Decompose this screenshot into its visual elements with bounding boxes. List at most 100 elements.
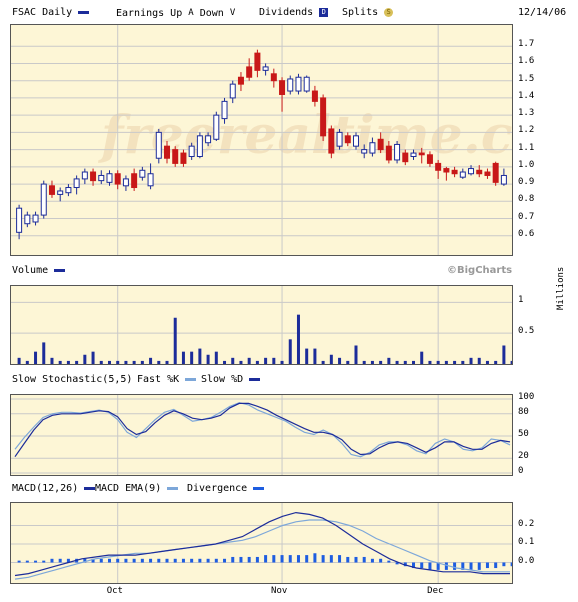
stochastic-panel (10, 394, 513, 476)
divergence-bar (34, 560, 38, 563)
divergence-bar (428, 562, 432, 570)
candle-body (147, 173, 154, 187)
volume-bar (485, 360, 489, 364)
divergence-bar (116, 558, 120, 563)
volume-bar (296, 314, 300, 364)
earnings-legend: Earnings Up A Down V (116, 8, 236, 19)
macd-label: MACD(12,26) (12, 482, 96, 496)
volume-bar (223, 360, 227, 364)
candle-body (287, 78, 294, 92)
volume-bar (453, 360, 457, 364)
volume-panel (10, 285, 513, 365)
divergence-bar (42, 560, 46, 563)
chart-date: 12/14/06 (518, 7, 567, 18)
volume-bar (461, 360, 465, 364)
volume-bar (247, 357, 251, 364)
divergence-bar (25, 560, 29, 563)
volume-bar (50, 357, 54, 364)
divergence-legend: Divergence (187, 482, 265, 496)
dividends-legend: Dividends D (259, 6, 329, 20)
price-tick-label: 1.5 (518, 73, 535, 84)
volume-bar (149, 357, 153, 364)
divergence-bar (190, 558, 194, 563)
candle-body (122, 178, 129, 187)
volume-bar (338, 357, 342, 364)
volume-units-label: Millions (556, 266, 566, 310)
candle-body (468, 168, 475, 175)
divergence-bar (17, 560, 21, 563)
volume-bar (75, 360, 79, 364)
candle-body (262, 66, 269, 71)
divergence-bar (272, 555, 276, 563)
candle-body (188, 145, 195, 158)
candle-body (394, 143, 401, 161)
candle-body (320, 97, 327, 137)
divergence-bar (444, 562, 448, 570)
fast-k-line (14, 402, 511, 458)
candle-body (426, 154, 433, 164)
candle-body (443, 168, 450, 173)
candle-body (237, 76, 244, 85)
divergence-bar (99, 558, 103, 563)
volume-bar (91, 351, 95, 364)
volume-bar (305, 348, 309, 364)
divergence-bar (296, 555, 300, 563)
volume-bar (58, 360, 62, 364)
volume-bar (116, 360, 120, 364)
candle-body (57, 190, 64, 195)
volume-bar (239, 360, 243, 364)
candle-body (295, 76, 302, 92)
divergence-bar (239, 556, 243, 563)
volume-bar (469, 357, 473, 364)
volume-bar (329, 354, 333, 364)
volume-bar (403, 360, 407, 364)
volume-bar (387, 357, 391, 364)
earnings-down-icon: V (229, 8, 236, 18)
volume-bar (157, 360, 161, 364)
price-tick-label: 0.9 (518, 177, 535, 188)
volume-bar (313, 348, 317, 364)
volume-bar (255, 360, 259, 364)
candle-body (196, 135, 203, 158)
volume-bar (25, 360, 29, 364)
price-tick-label: 0.7 (518, 211, 535, 222)
candle-body (65, 187, 72, 194)
earnings-up-icon: A (188, 8, 194, 18)
candle-body (303, 76, 310, 92)
candle-body (229, 83, 236, 99)
volume-bar (436, 360, 440, 364)
divergence-bar (321, 555, 325, 563)
volume-bar (510, 360, 512, 364)
volume-bar (494, 360, 498, 364)
candle-body (361, 149, 368, 154)
divergence-bar (469, 562, 473, 570)
volume-bar (83, 354, 87, 364)
x-tick-label: Nov (271, 586, 288, 596)
volume-bar (354, 345, 358, 364)
divergence-bar (510, 562, 512, 567)
macd-panel (10, 502, 513, 584)
candle-body (500, 174, 507, 185)
divergence-bar (214, 558, 218, 563)
stochastic-label: Slow Stochastic(5,5) (12, 374, 133, 385)
macd-ema-legend: MACD EMA(9) (95, 482, 179, 496)
stochastic-tick-label: 0 (518, 466, 524, 476)
splits-legend: Splits S (342, 6, 394, 20)
volume-bar (379, 360, 383, 364)
volume-bar (214, 351, 218, 364)
candle-body (164, 145, 171, 159)
price-panel: freerealtime.com (10, 24, 513, 256)
candle-body (24, 214, 31, 225)
divergence-bar (494, 562, 498, 569)
candle-body (40, 183, 47, 216)
candle-body (279, 80, 286, 95)
volume-bar (477, 357, 481, 364)
slow-d-legend: Slow %D (201, 373, 261, 387)
candle-body (418, 152, 425, 156)
candle-body (98, 174, 105, 182)
divergence-bar (58, 558, 62, 563)
candle-body (172, 149, 179, 164)
volume-bar (502, 345, 506, 364)
candle-body (377, 138, 384, 151)
stochastic-tick-label: 50 (518, 429, 529, 439)
